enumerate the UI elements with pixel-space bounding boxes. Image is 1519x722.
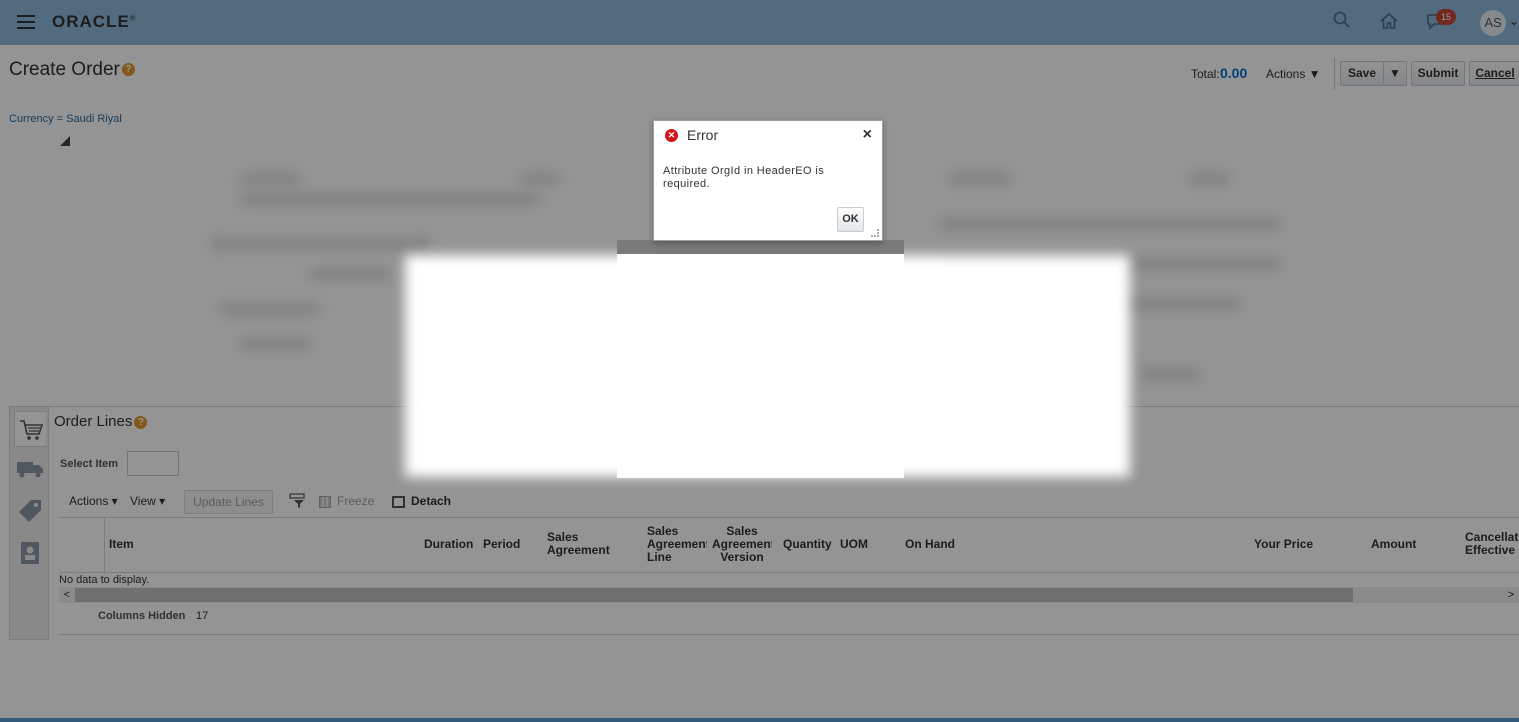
resize-grip-icon[interactable] bbox=[871, 229, 879, 237]
modal-glass-pane bbox=[617, 240, 904, 478]
error-message: Attribute OrgId in HeaderEO is required. bbox=[663, 165, 825, 190]
close-icon[interactable]: × bbox=[863, 126, 872, 144]
ok-button[interactable]: OK bbox=[837, 207, 864, 232]
error-dialog: ✕ Error × Attribute OrgId in HeaderEO is… bbox=[653, 120, 883, 241]
error-icon: ✕ bbox=[665, 129, 678, 142]
dialog-title: Error bbox=[687, 127, 719, 143]
modal-glass-header bbox=[617, 240, 904, 254]
